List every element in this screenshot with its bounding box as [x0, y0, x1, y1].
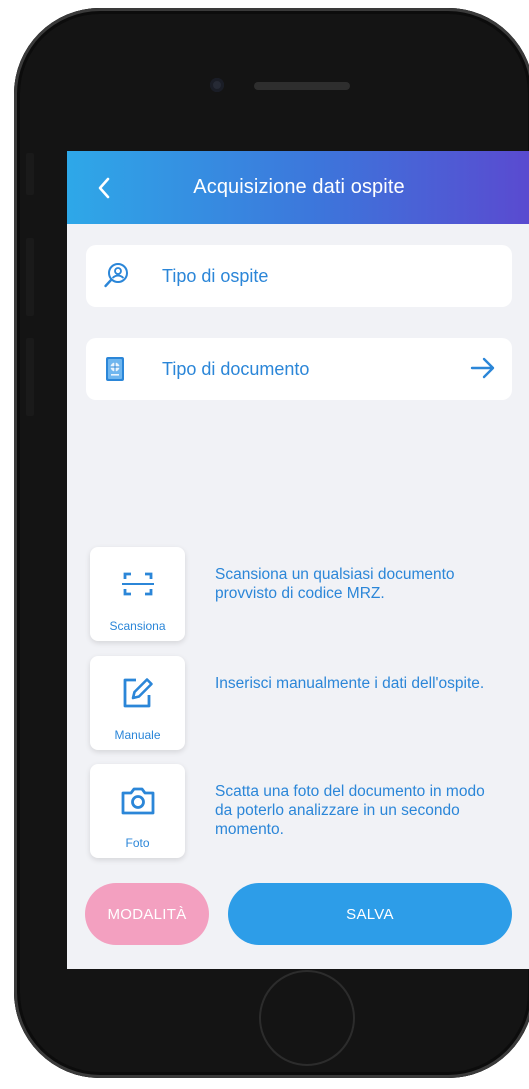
app-screen: Acquisizione dati ospite Tipo di ospite: [67, 151, 529, 969]
front-camera: [210, 78, 224, 92]
manual-mode-label: Manuale: [114, 728, 161, 742]
home-button[interactable]: [259, 970, 355, 1066]
arrow-right-icon[interactable]: [470, 356, 496, 385]
mute-switch: [26, 153, 34, 195]
guest-search-icon: [102, 261, 142, 291]
document-type-label: Tipo di documento: [162, 358, 310, 379]
camera-icon: [119, 782, 157, 820]
scan-icon: [121, 565, 155, 603]
scan-mode-description: Scansiona un qualsiasi documento provvis…: [215, 566, 455, 602]
photo-mode-description: Scatta una foto del documento in modo da…: [215, 783, 485, 838]
photo-mode-label: Foto: [125, 836, 150, 850]
document-type-field[interactable]: Tipo di documento: [86, 338, 512, 400]
mode-manual-row: Manuale Inserisci manualmente i dati del…: [90, 656, 510, 752]
manual-mode-button[interactable]: Manuale: [90, 656, 185, 750]
edit-icon: [119, 674, 157, 712]
photo-mode-button[interactable]: Foto: [90, 764, 185, 858]
volume-down-button: [26, 338, 34, 416]
passport-icon: [102, 355, 142, 383]
mode-scan-row: Scansiona Scansiona un qualsiasi documen…: [90, 547, 510, 643]
guest-type-label: Tipo di ospite: [162, 265, 269, 286]
mode-photo-row: Foto Scatta una foto del documento in mo…: [90, 764, 510, 860]
phone-frame: Acquisizione dati ospite Tipo di ospite: [14, 8, 529, 1078]
manual-mode-description: Inserisci manualmente i dati dell'ospite…: [215, 675, 485, 692]
modalita-button[interactable]: MODALITÀ: [85, 883, 209, 945]
scan-mode-label: Scansiona: [109, 619, 166, 633]
earpiece-speaker: [254, 82, 350, 90]
guest-type-field[interactable]: Tipo di ospite: [86, 245, 512, 307]
save-button[interactable]: SALVA: [228, 883, 512, 945]
scan-mode-button[interactable]: Scansiona: [90, 547, 185, 641]
page-title: Acquisizione dati ospite: [193, 176, 405, 198]
volume-up-button: [26, 238, 34, 316]
app-header: Acquisizione dati ospite: [67, 151, 529, 224]
